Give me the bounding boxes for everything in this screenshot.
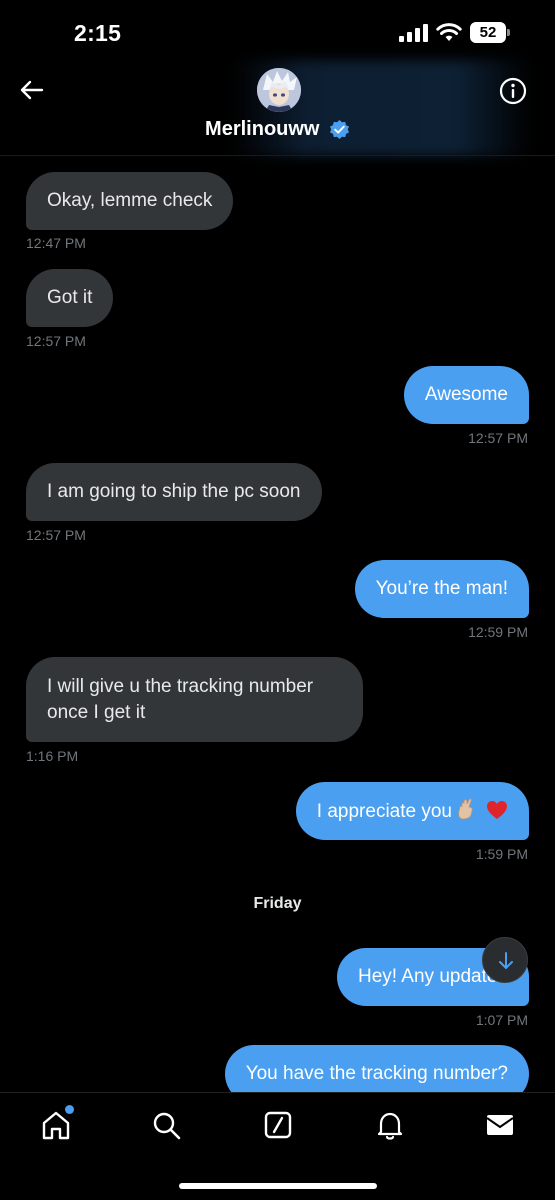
scroll-to-bottom-button[interactable] bbox=[482, 937, 528, 983]
nav-messages[interactable] bbox=[482, 1107, 518, 1143]
message-timestamp: 1:59 PM bbox=[475, 846, 528, 862]
wifi-icon bbox=[436, 23, 462, 41]
arrow-left-icon[interactable] bbox=[18, 76, 46, 104]
search-icon bbox=[153, 1112, 181, 1140]
message-timestamp: 1:16 PM bbox=[26, 748, 79, 764]
nav-grok[interactable] bbox=[260, 1107, 296, 1143]
message-timestamp: 12:57 PM bbox=[26, 333, 86, 349]
cellular-signal-icon bbox=[399, 24, 428, 42]
info-circle-icon[interactable] bbox=[498, 76, 528, 106]
grok-icon bbox=[264, 1111, 292, 1139]
nav-notifications[interactable] bbox=[372, 1107, 408, 1143]
arrow-down-icon bbox=[499, 952, 513, 969]
contact-name-row[interactable]: Merlinouww bbox=[0, 118, 555, 141]
battery-cap bbox=[507, 29, 510, 36]
avatar-image bbox=[257, 68, 301, 112]
header-divider bbox=[0, 155, 555, 156]
verified-badge-icon bbox=[329, 119, 349, 140]
message-bubble-incoming[interactable]: Okay, lemme check bbox=[26, 172, 234, 230]
nav-search[interactable] bbox=[148, 1107, 184, 1143]
red-heart-emoji bbox=[486, 800, 508, 828]
conversation-header: Merlinouww bbox=[0, 60, 555, 156]
message-bubble-outgoing[interactable]: Awesome bbox=[403, 366, 529, 424]
message-timestamp: 1:07 PM bbox=[475, 1012, 528, 1028]
day-separator: Friday bbox=[253, 895, 302, 912]
notifications-bell-icon bbox=[377, 1112, 403, 1140]
status-time: 2:15 bbox=[74, 20, 122, 46]
message-bubble-incoming[interactable]: I am going to ship the pc soon bbox=[26, 463, 322, 521]
crossed-fingers-emoji bbox=[456, 798, 476, 828]
message-timestamp: 12:57 PM bbox=[468, 430, 528, 446]
contact-name: Merlinouww bbox=[205, 118, 320, 140]
message-timestamp: 12:47 PM bbox=[26, 235, 86, 251]
message-bubble-outgoing[interactable]: You’re the man! bbox=[354, 560, 529, 618]
notification-dot bbox=[65, 1105, 74, 1114]
battery-level: 52 bbox=[479, 24, 497, 41]
contact-avatar[interactable] bbox=[257, 68, 301, 112]
status-bar: 2:15 52 bbox=[0, 0, 555, 66]
messages-envelope-icon bbox=[486, 1115, 514, 1135]
message-bubble-outgoing[interactable]: I appreciate you bbox=[295, 782, 529, 840]
message-text: I appreciate you bbox=[316, 801, 452, 822]
battery-indicator: 52 bbox=[470, 22, 510, 43]
message-bubble-incoming[interactable]: I will give u the tracking number once I… bbox=[26, 657, 363, 742]
home-indicator[interactable] bbox=[179, 1183, 377, 1189]
bottom-navigation bbox=[0, 1092, 555, 1200]
message-timestamp: 12:57 PM bbox=[26, 527, 86, 543]
message-timestamp: 12:59 PM bbox=[468, 624, 528, 640]
message-bubble-incoming[interactable]: Got it bbox=[26, 269, 114, 327]
nav-home[interactable] bbox=[38, 1105, 74, 1143]
